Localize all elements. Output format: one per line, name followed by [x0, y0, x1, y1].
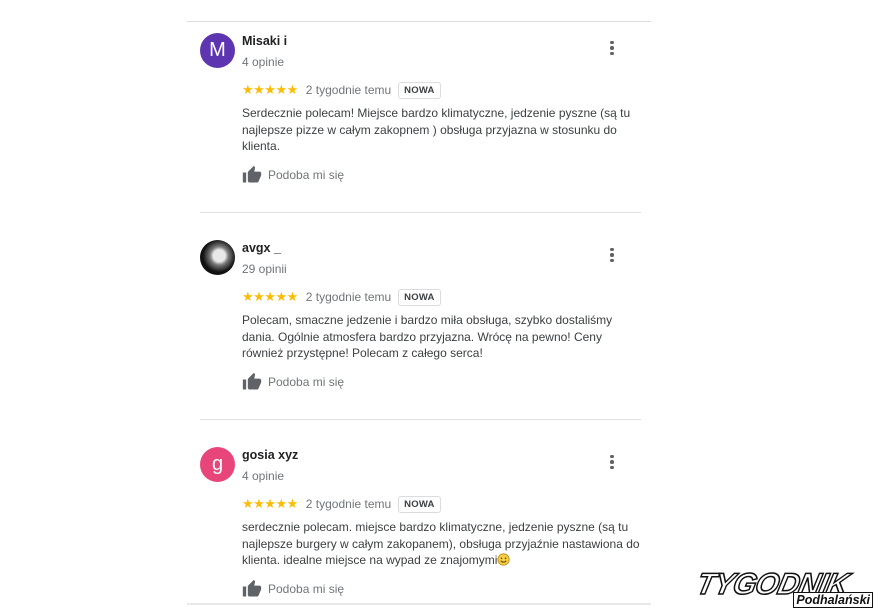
review-count: 29 opinii — [242, 262, 287, 276]
like-button[interactable]: Podoba mi się — [242, 578, 344, 600]
more-options-icon[interactable] — [605, 38, 619, 58]
like-button[interactable]: Podoba mi się — [242, 164, 344, 186]
review-text: Serdecznie polecam! Miejsce bardzo klima… — [242, 106, 631, 153]
like-label: Podoba mi się — [268, 168, 345, 182]
star-rating: ★★★★★ — [242, 289, 298, 304]
star-rating: ★★★★★ — [242, 82, 298, 97]
rating-row: ★★★★★ 2 tygodnie temu NOWA — [242, 80, 441, 100]
review-card: avgx _ 29 opinii ★★★★★ 2 tygodnie temu N… — [200, 231, 645, 411]
new-badge: NOWA — [398, 288, 441, 306]
review-count: 4 opinie — [242, 55, 285, 69]
review-time: 2 tygodnie temu — [305, 290, 392, 304]
new-badge: NOWA — [398, 495, 441, 513]
like-label: Podoba mi się — [268, 375, 345, 389]
logo-sub-text: Podhalański — [793, 592, 873, 608]
review-time: 2 tygodnie temu — [305, 497, 392, 511]
like-button[interactable]: Podoba mi się — [242, 371, 344, 393]
thumb-up-icon — [242, 579, 262, 597]
more-options-icon[interactable] — [605, 452, 619, 472]
star-rating: ★★★★★ — [242, 496, 298, 511]
review-time: 2 tygodnie temu — [305, 83, 392, 97]
reviewer-name[interactable]: gosia xyz — [242, 448, 298, 462]
review-text: serdecznie polecam. miejsce bardzo klima… — [242, 520, 640, 567]
top-divider — [187, 21, 651, 22]
review-card: g gosia xyz 4 opinie ★★★★★ 2 tygodnie te… — [200, 438, 645, 603]
bottom-divider — [187, 603, 651, 605]
rating-row: ★★★★★ 2 tygodnie temu NOWA — [242, 287, 441, 307]
review-card: M Misaki i 4 opinie ★★★★★ 2 tygodnie tem… — [200, 24, 645, 204]
reviewer-name[interactable]: Misaki i — [242, 34, 287, 48]
tygodnik-podhalanski-logo: TYGODNIK Podhalański — [693, 567, 877, 612]
review-text-container: serdecznie polecam. miejsce bardzo klima… — [242, 519, 642, 569]
review-divider — [200, 419, 641, 420]
smiley-emoji-icon — [497, 553, 511, 566]
thumb-up-icon — [242, 372, 262, 390]
review-divider — [200, 212, 641, 213]
rating-row: ★★★★★ 2 tygodnie temu NOWA — [242, 494, 441, 514]
avatar[interactable]: M — [200, 33, 235, 68]
thumb-up-icon — [242, 165, 262, 183]
avatar[interactable] — [200, 240, 235, 275]
review-count: 4 opinie — [242, 469, 285, 483]
review-text: Polecam, smaczne jedzenie i bardzo miła … — [242, 313, 613, 360]
more-options-icon[interactable] — [605, 245, 619, 265]
avatar[interactable]: g — [200, 447, 235, 482]
reviewer-name[interactable]: avgx _ — [242, 241, 281, 255]
new-badge: NOWA — [398, 81, 441, 99]
like-label: Podoba mi się — [268, 582, 345, 596]
